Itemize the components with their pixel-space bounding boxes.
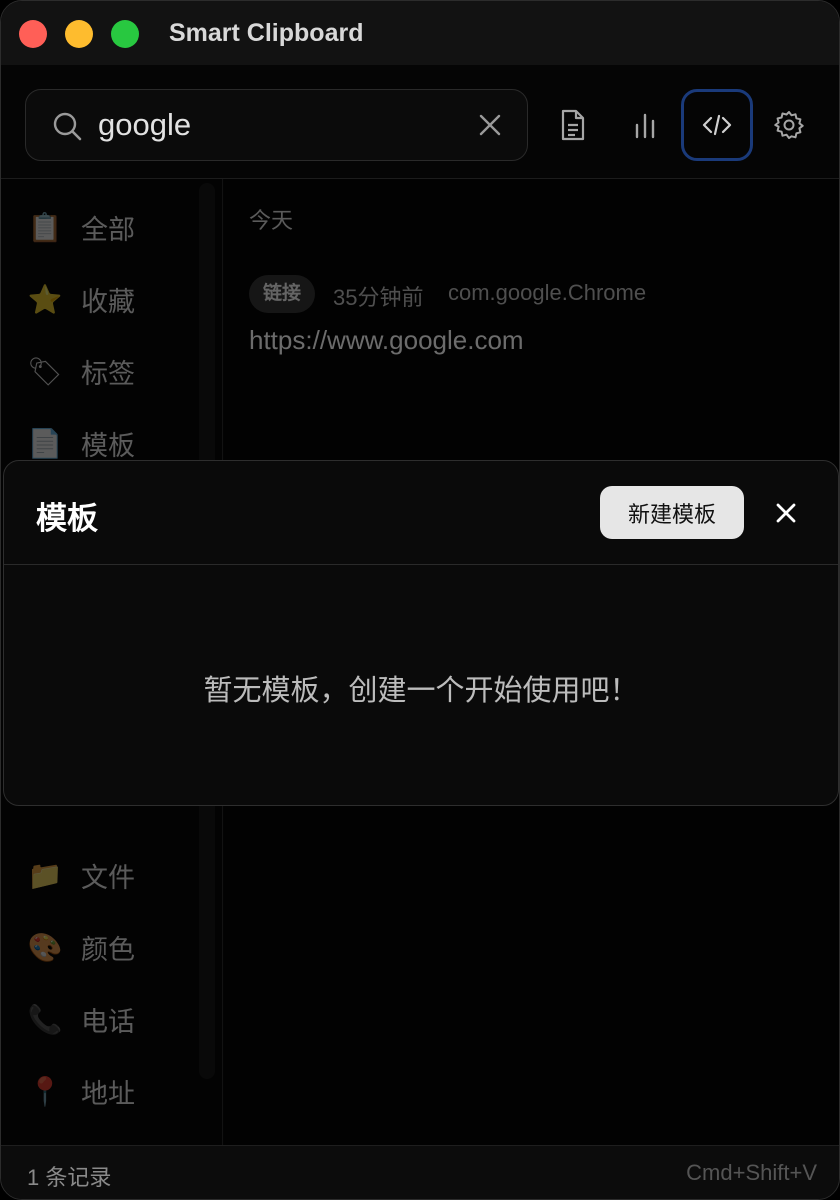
shortcut-hint: Cmd+Shift+V (686, 1160, 817, 1185)
empty-state-message: 暂无模板，创建一个开始使用吧！ (203, 675, 639, 707)
search-box[interactable] (25, 89, 528, 161)
new-template-button[interactable]: 新建模板 (600, 486, 744, 539)
document-icon (561, 109, 585, 141)
template-code-button[interactable] (681, 89, 753, 161)
window-maximize-button[interactable] (111, 20, 139, 48)
modal-header: 模板 新建模板 (4, 461, 838, 565)
settings-button[interactable] (753, 89, 825, 161)
clear-search-icon[interactable] (477, 112, 503, 138)
search-icon (53, 112, 82, 141)
window-title: Smart Clipboard (169, 19, 364, 47)
code-icon (702, 114, 732, 136)
close-icon[interactable] (772, 499, 800, 527)
record-count: 1 条记录 (27, 1165, 112, 1190)
modal-title: 模板 (36, 501, 98, 536)
bar-chart-icon (635, 113, 655, 139)
status-bar: 1 条记录 Cmd+Shift+V (1, 1145, 839, 1199)
statistics-button[interactable] (609, 89, 681, 161)
gear-icon (774, 111, 804, 139)
app-window: Smart Clipboard google 📋 全部 ⭐ 收藏 🏷 标签 📄 … (0, 0, 840, 1200)
document-button[interactable] (537, 89, 609, 161)
toolbar (1, 65, 839, 179)
title-bar: Smart Clipboard (1, 1, 839, 65)
templates-modal: 模板 新建模板 暂无模板，创建一个开始使用吧！ (3, 460, 839, 806)
window-close-button[interactable] (19, 20, 47, 48)
window-minimize-button[interactable] (65, 20, 93, 48)
search-input[interactable] (98, 102, 458, 148)
